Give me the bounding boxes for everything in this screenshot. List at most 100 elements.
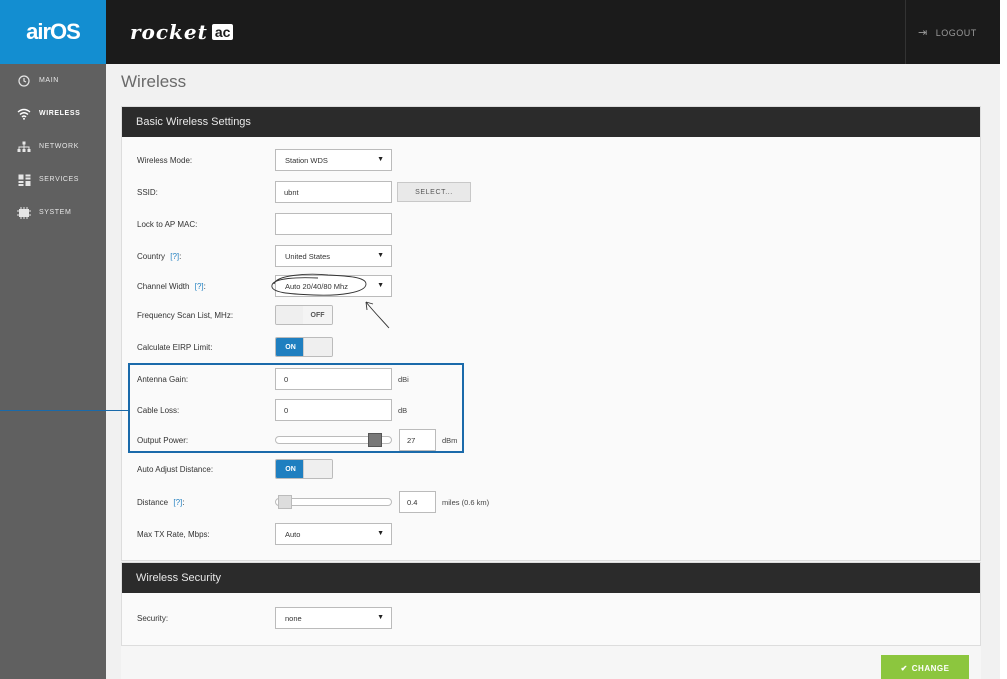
distance-slider[interactable] — [275, 491, 392, 513]
panel-header: Wireless Security — [122, 563, 980, 593]
input-value: ubnt — [284, 187, 299, 197]
distance-row: Distance [?]: 0.4 miles (0.6 km) — [137, 491, 957, 513]
sidebar-item-services[interactable]: SERVICES — [0, 163, 106, 196]
sidebar: MAIN WIRELESS NETWORK SERVICES SYSTEM — [0, 64, 106, 679]
logo-text: airOS — [26, 19, 81, 44]
select-value: none — [285, 613, 302, 623]
checkmark-icon: ✔ — [900, 663, 908, 673]
footer-bar — [121, 645, 981, 679]
toggle-state: ON — [276, 338, 305, 356]
sidebar-item-wireless[interactable]: WIRELESS — [0, 97, 106, 130]
field-label: Country [?]: — [137, 252, 275, 261]
wireless-security-panel: Wireless Security Security: none ▼ — [121, 562, 981, 646]
select-value: Station WDS — [285, 155, 328, 165]
frequency-scan-row: Frequency Scan List, MHz: OFF — [137, 304, 957, 326]
ssid-input[interactable]: ubnt — [275, 181, 392, 203]
dropdown-caret-icon: ▼ — [377, 252, 384, 259]
toggle-state: ON — [276, 460, 305, 478]
basic-wireless-panel: Basic Wireless Settings Wireless Mode: S… — [121, 106, 981, 561]
max-tx-rate-row: Max TX Rate, Mbps: Auto ▼ — [137, 523, 957, 545]
distance-input[interactable]: 0.4 — [399, 491, 436, 513]
calculate-eirp-toggle[interactable]: ON — [275, 337, 333, 357]
field-label: Auto Adjust Distance: — [137, 464, 214, 474]
dropdown-caret-icon: ▼ — [377, 156, 384, 163]
input-value: 0.4 — [407, 497, 418, 507]
sidebar-item-network[interactable]: NETWORK — [0, 130, 106, 163]
header-divider — [905, 0, 906, 64]
top-bar: airOS rocket ac ⇥ LOGOUT — [0, 0, 1000, 64]
toggle-knob — [303, 338, 332, 356]
network-icon — [17, 140, 31, 154]
frequency-scan-toggle[interactable]: OFF — [275, 305, 333, 325]
change-button[interactable]: ✔ CHANGE — [881, 655, 969, 679]
label-text: Country — [137, 251, 166, 261]
lock-ap-mac-input[interactable] — [275, 213, 392, 235]
slider-track — [275, 498, 392, 506]
toggle-knob — [276, 306, 305, 324]
lock-ap-mac-row: Lock to AP MAC: — [137, 213, 957, 235]
ssid-row: SSID: ubnt SELECT... — [137, 181, 957, 203]
sidebar-item-main[interactable]: MAIN — [0, 64, 106, 97]
security-select[interactable]: none ▼ — [275, 607, 392, 629]
field-label: Wireless Mode: — [137, 155, 193, 165]
field-label: Channel Width [?]: — [137, 282, 275, 291]
channel-width-row: Channel Width [?]: Auto 20/40/80 Mhz ▼ — [137, 275, 957, 297]
dropdown-caret-icon: ▼ — [377, 530, 384, 537]
auto-adjust-row: Auto Adjust Distance: ON — [137, 458, 957, 480]
wireless-mode-select[interactable]: Station WDS ▼ — [275, 149, 392, 171]
security-row: Security: none ▼ — [137, 607, 957, 629]
field-label: Calculate EIRP Limit: — [137, 342, 213, 352]
product-badge: ac — [211, 24, 234, 40]
label-suffix: : — [182, 497, 185, 507]
callout-line — [0, 410, 129, 411]
field-label: SSID: — [137, 187, 158, 197]
field-label: Max TX Rate, Mbps: — [137, 529, 210, 539]
product-name: rocket — [130, 20, 208, 44]
field-label: Lock to AP MAC: — [137, 219, 198, 229]
country-select[interactable]: United States ▼ — [275, 245, 392, 267]
page-title: Wireless — [121, 72, 187, 91]
hand-drawn-arrow-icon — [365, 301, 390, 329]
help-link[interactable]: [?] — [173, 498, 182, 507]
toggle-state: OFF — [303, 306, 332, 324]
sidebar-item-label: WIRELESS — [39, 110, 81, 117]
dropdown-caret-icon: ▼ — [377, 282, 384, 289]
slider-thumb[interactable] — [278, 495, 292, 509]
select-value: United States — [285, 251, 331, 261]
airos-logo[interactable]: airOS — [0, 0, 106, 64]
help-link[interactable]: [?] — [195, 282, 204, 291]
clock-icon — [17, 74, 31, 88]
auto-adjust-toggle[interactable]: ON — [275, 459, 333, 479]
sidebar-item-label: NETWORK — [39, 143, 79, 150]
system-icon — [17, 206, 31, 220]
logout-icon: ⇥ — [918, 27, 928, 39]
product-logo: rocket ac — [130, 20, 234, 44]
sidebar-item-label: SERVICES — [39, 176, 80, 183]
sidebar-item-label: MAIN — [39, 77, 59, 84]
select-ssid-button[interactable]: SELECT... — [397, 182, 471, 202]
label-text: Channel Width — [137, 281, 190, 291]
sidebar-item-system[interactable]: SYSTEM — [0, 196, 106, 229]
max-tx-rate-select[interactable]: Auto ▼ — [275, 523, 392, 545]
label-suffix: : — [203, 281, 206, 291]
field-label: Security: — [137, 613, 169, 623]
logout-label: LOGOUT — [935, 27, 977, 38]
label-suffix: : — [179, 251, 182, 261]
unit-label: miles (0.6 km) — [442, 497, 490, 507]
select-value: Auto — [285, 529, 301, 539]
logout-button[interactable]: ⇥ LOGOUT — [918, 26, 977, 39]
highlight-box — [128, 363, 464, 453]
label-text: Distance — [137, 497, 169, 507]
calculate-eirp-row: Calculate EIRP Limit: ON — [137, 336, 957, 358]
sidebar-item-label: SYSTEM — [39, 209, 72, 216]
airos-app: airOS rocket ac ⇥ LOGOUT MAIN WIRELESS N… — [0, 0, 1000, 679]
help-link[interactable]: [?] — [170, 252, 179, 261]
services-icon — [17, 173, 31, 187]
change-label: CHANGE — [911, 663, 950, 673]
country-row: Country [?]: United States ▼ — [137, 245, 957, 267]
toggle-knob — [303, 460, 332, 478]
hand-drawn-circle — [271, 273, 367, 296]
field-label: Distance [?]: — [137, 498, 275, 507]
wifi-icon — [17, 107, 31, 121]
field-label: Frequency Scan List, MHz: — [137, 310, 234, 320]
